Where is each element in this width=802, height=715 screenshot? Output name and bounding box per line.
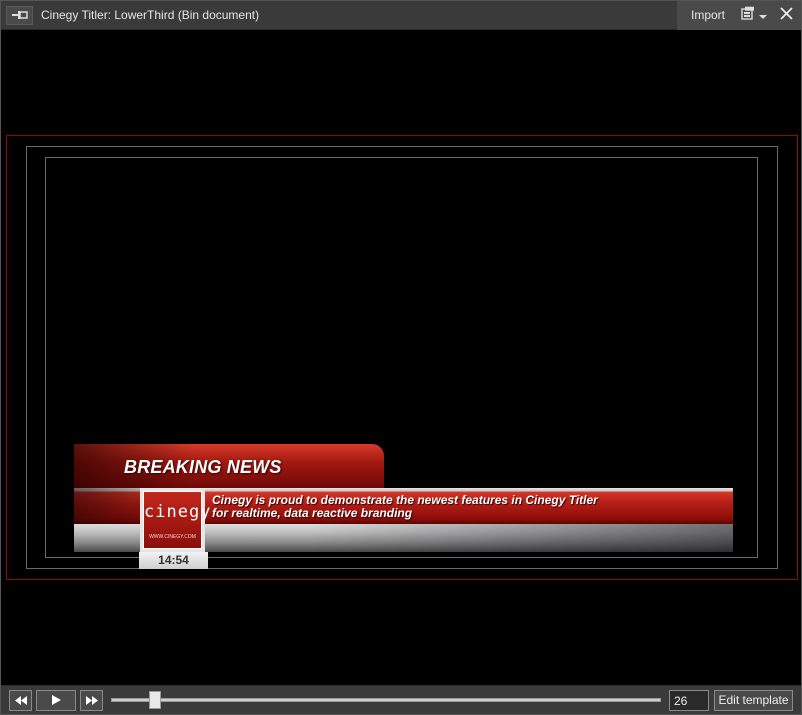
close-icon — [779, 6, 793, 25]
titler-window: Cinegy Titler: LowerThird (Bin document)… — [0, 0, 802, 715]
rewind-icon — [14, 692, 27, 710]
breaking-news-tab: BREAKING NEWS — [74, 444, 384, 488]
frame-number-input[interactable] — [669, 690, 709, 711]
layout-icon — [741, 6, 755, 25]
window-title: Cinegy Titler: LowerThird (Bin document) — [41, 8, 260, 22]
fast-forward-icon — [85, 692, 98, 710]
logo-text: cinegy — [144, 502, 212, 522]
logo-url: WWW.CINEGY.COM — [149, 534, 196, 540]
fast-forward-button[interactable] — [80, 690, 103, 711]
pin-icon — [11, 7, 28, 25]
play-button[interactable] — [36, 690, 76, 711]
ticker-line-2: for realtime, data reactive branding — [212, 506, 413, 520]
ticker-line-1: Cinegy is proud to demonstrate the newes… — [212, 493, 598, 507]
pin-button[interactable] — [6, 6, 33, 25]
playback-controls: Edit template — [1, 685, 801, 714]
preview-viewport[interactable]: BREAKING NEWS Cinegy is proud to demonst… — [5, 31, 799, 685]
logo-inner: cinegy WWW.CINEGY.COM — [143, 491, 212, 549]
headline-text: BREAKING NEWS — [124, 457, 282, 477]
rewind-button[interactable] — [9, 690, 32, 711]
layout-menu-button[interactable] — [739, 6, 769, 25]
edit-template-button[interactable]: Edit template — [714, 690, 793, 711]
title-bar-actions: Import — [677, 1, 801, 30]
play-icon — [51, 692, 61, 710]
cinegy-logo: cinegy WWW.CINEGY.COM — [140, 488, 212, 552]
chevron-down-icon — [759, 7, 767, 25]
close-button[interactable] — [775, 5, 797, 26]
timeline-slider-thumb[interactable] — [149, 691, 161, 709]
title-bar: Cinegy Titler: LowerThird (Bin document)… — [1, 1, 801, 30]
clock-display: 14:54 — [139, 552, 208, 569]
timeline-slider-track[interactable] — [111, 698, 661, 702]
import-button[interactable]: Import — [677, 1, 739, 30]
